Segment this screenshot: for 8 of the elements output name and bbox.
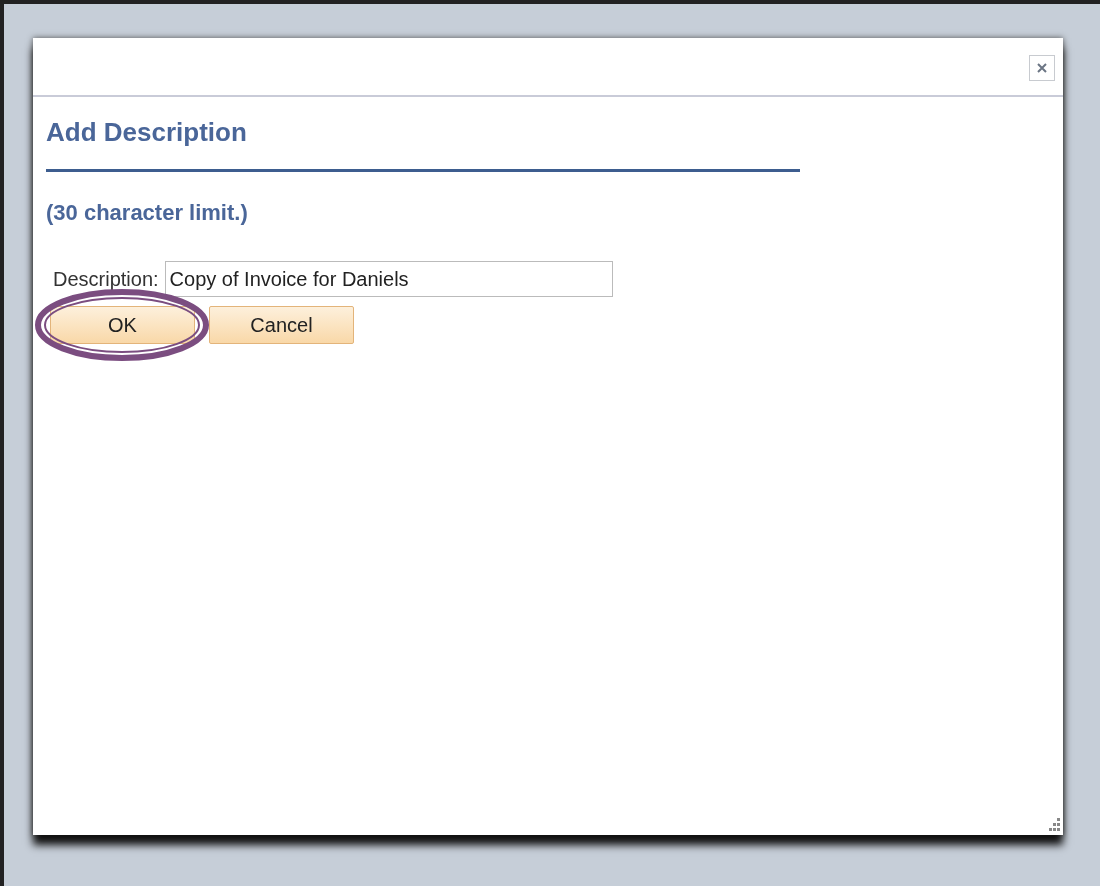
subtitle: (30 character limit.) — [46, 200, 249, 226]
ok-button[interactable]: OK — [50, 306, 195, 344]
close-button[interactable] — [1029, 55, 1055, 81]
field-label: Description: — [53, 267, 159, 291]
cancel-button[interactable]: Cancel — [209, 306, 354, 344]
description-field[interactable]: Copy of Invoice for Daniels — [164, 261, 613, 297]
close-icon — [1036, 62, 1048, 74]
dialog-title: Add Description — [46, 117, 248, 148]
